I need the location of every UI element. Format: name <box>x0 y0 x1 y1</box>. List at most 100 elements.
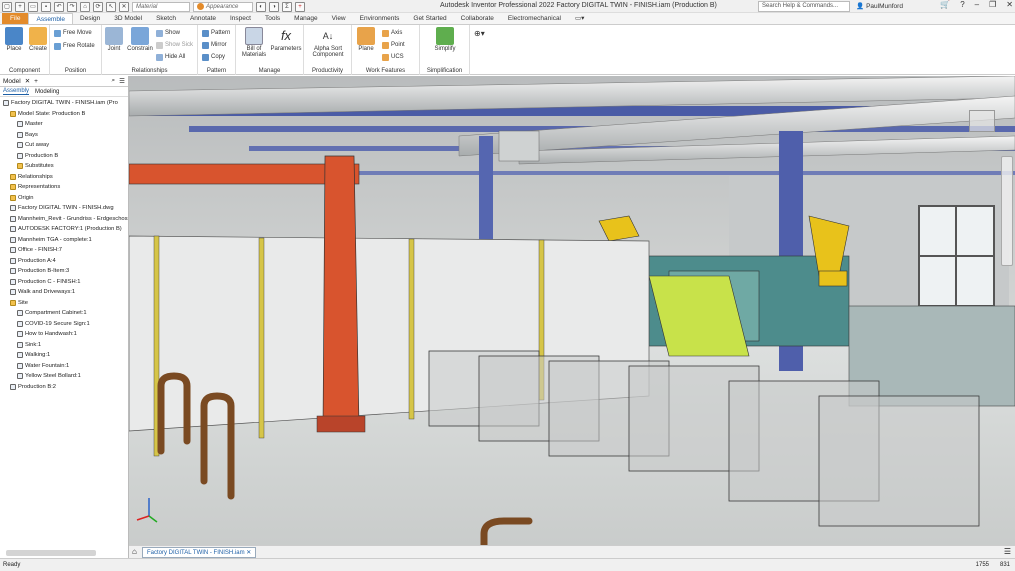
material-dropdown[interactable]: Material <box>132 1 190 12</box>
ucs-button[interactable]: UCS <box>382 52 404 62</box>
browser-node[interactable]: Model State: Production B <box>0 109 128 120</box>
new-icon[interactable]: + <box>15 1 25 12</box>
browser-node[interactable]: Master <box>0 119 128 130</box>
tab-view[interactable]: View <box>325 13 353 24</box>
pattern-button[interactable]: Pattern <box>202 28 230 38</box>
mirror-button[interactable]: Mirror <box>202 40 227 50</box>
browser-node[interactable]: Water Fountain:1 <box>0 361 128 372</box>
browser-node[interactable]: Factory DIGITAL TWIN - FINISH.dwg <box>0 203 128 214</box>
show-sick-button[interactable]: Show Sick <box>156 40 193 50</box>
browser-add-icon[interactable]: + <box>34 78 38 85</box>
browser-node[interactable]: Representations <box>0 182 128 193</box>
home-doc-icon[interactable]: ⌂ <box>132 547 137 556</box>
browser-node[interactable]: Mannheim_Revit - Grundriss - Erdgeschoss <box>0 214 128 225</box>
update-icon[interactable]: ⟳ <box>93 1 103 12</box>
cart-icon[interactable]: 🛒 <box>940 0 950 9</box>
help-search-input[interactable]: Search Help & Commands... <box>758 1 850 12</box>
browser-node[interactable]: Relationships <box>0 172 128 183</box>
browser-node[interactable]: Production B-Item:3 <box>0 266 128 277</box>
tab-file[interactable]: File <box>2 13 29 24</box>
app-menu-icon[interactable]: ▢ <box>2 1 12 12</box>
viewcube[interactable] <box>969 110 995 132</box>
create-button[interactable]: Create <box>26 27 50 52</box>
parameters-button[interactable]: fx Parameters <box>270 27 302 52</box>
browser-node[interactable]: Site <box>0 298 128 309</box>
tab-manage[interactable]: Manage <box>287 13 325 24</box>
browser-menu-icon[interactable]: ☰ <box>119 77 125 85</box>
tab-get-started[interactable]: Get Started <box>406 13 453 24</box>
doc-tab-close-icon[interactable]: ✕ <box>246 550 251 556</box>
help-icon[interactable]: ? <box>960 0 964 9</box>
tab-assemble[interactable]: Assemble <box>28 13 74 24</box>
browser-node[interactable]: Walking:1 <box>0 350 128 361</box>
browser-node[interactable]: Production A:4 <box>0 256 128 267</box>
appearance-dropdown[interactable]: Appearance <box>193 1 253 12</box>
show-button[interactable]: Show <box>156 28 180 38</box>
user-account[interactable]: 👤 PaulMunford <box>856 2 903 11</box>
browser-node[interactable]: Bays <box>0 130 128 141</box>
place-button[interactable]: Place <box>2 27 26 52</box>
bom-button[interactable]: Bill of Materials <box>240 27 268 58</box>
open-icon[interactable]: ▭ <box>28 1 38 12</box>
sum-icon[interactable]: Σ <box>282 1 292 12</box>
browser-node[interactable]: Compartment Cabinet:1 <box>0 308 128 319</box>
browser-search-icon[interactable]: ⌕ <box>112 77 116 85</box>
graphics-viewport[interactable] <box>129 76 1015 545</box>
minimize-icon[interactable]: – <box>975 0 979 9</box>
tab-electromechanical[interactable]: Electromechanical <box>501 13 568 24</box>
free-rotate-button[interactable]: Free Rotate <box>54 41 95 51</box>
clear-appearance-icon[interactable]: ◐ <box>256 1 266 12</box>
joint-button[interactable]: Joint <box>102 27 126 52</box>
undo-icon[interactable]: ↶ <box>54 1 64 12</box>
tab-inspect[interactable]: Inspect <box>223 13 258 24</box>
tab-sketch[interactable]: Sketch <box>149 13 183 24</box>
tab-collaborate[interactable]: Collaborate <box>454 13 501 24</box>
browser-node[interactable]: Walk and Driveways:1 <box>0 287 128 298</box>
browser-node[interactable]: Office - FINISH:7 <box>0 245 128 256</box>
browser-tab-assembly[interactable]: Assembly <box>3 88 30 95</box>
navigation-bar[interactable] <box>1001 156 1013 266</box>
doc-tab-factory[interactable]: Factory DIGITAL TWIN - FINISH.iam ✕ <box>142 547 257 558</box>
tab-annotate[interactable]: Annotate <box>183 13 223 24</box>
redo-icon[interactable]: ↷ <box>67 1 77 12</box>
browser-node[interactable]: Substitutes <box>0 161 128 172</box>
browser-node[interactable]: Production B <box>0 151 128 162</box>
select-icon[interactable]: ↖ <box>106 1 116 12</box>
browser-node[interactable]: Production C - FINISH:1 <box>0 277 128 288</box>
browser-close-icon[interactable]: ✕ <box>25 77 30 85</box>
tab-3d-model[interactable]: 3D Model <box>107 13 149 24</box>
browser-tab-modeling[interactable]: Modeling <box>35 89 59 95</box>
browser-scrollbar[interactable] <box>6 550 96 556</box>
restore-icon[interactable]: ❐ <box>989 0 996 9</box>
browser-node[interactable]: How to Handwash:1 <box>0 329 128 340</box>
axis-button[interactable]: Axis <box>382 28 402 38</box>
adjust-icon[interactable]: ◑ <box>269 1 279 12</box>
home-icon[interactable]: ⌂ <box>80 1 90 12</box>
browser-node[interactable]: Mannheim TGA - complete:1 <box>0 235 128 246</box>
browser-node[interactable]: Origin <box>0 193 128 204</box>
hide-all-button[interactable]: Hide All <box>156 52 185 62</box>
close-icon[interactable]: ✕ <box>1006 0 1013 9</box>
tab-tools[interactable]: Tools <box>258 13 287 24</box>
browser-node[interactable]: Factory DIGITAL TWIN - FINISH.iam (Pro <box>0 98 128 109</box>
browser-node[interactable]: Cut away <box>0 140 128 151</box>
measure-icon[interactable]: ✕ <box>119 1 129 12</box>
alpha-sort-button[interactable]: A↓ Alpha Sort Component <box>310 27 346 58</box>
browser-node[interactable]: Production B:2 <box>0 382 128 393</box>
point-button[interactable]: Point <box>382 40 405 50</box>
browser-node[interactable]: Sink:1 <box>0 340 128 351</box>
constrain-button[interactable]: Constrain <box>126 27 154 52</box>
ribbon-options-icon[interactable]: ▭▾ <box>568 13 591 24</box>
free-move-button[interactable]: Free Move <box>54 28 92 38</box>
simplify-button[interactable]: Simplify <box>432 27 458 52</box>
copy-button[interactable]: Copy <box>202 52 225 62</box>
tab-environments[interactable]: Environments <box>353 13 407 24</box>
plane-button[interactable]: Plane <box>354 27 378 52</box>
doc-tabs-menu-icon[interactable]: ☰ <box>1004 547 1011 556</box>
browser-node[interactable]: Yellow Steel Bollard:1 <box>0 371 128 382</box>
tab-design[interactable]: Design <box>73 13 107 24</box>
ribbon-add-icon[interactable]: ⊕▾ <box>474 28 485 38</box>
browser-node[interactable]: AUTODESK FACTORY:1 (Production B) <box>0 224 128 235</box>
add-icon[interactable]: + <box>295 1 305 12</box>
browser-node[interactable]: COVID-19 Secure Sign:1 <box>0 319 128 330</box>
